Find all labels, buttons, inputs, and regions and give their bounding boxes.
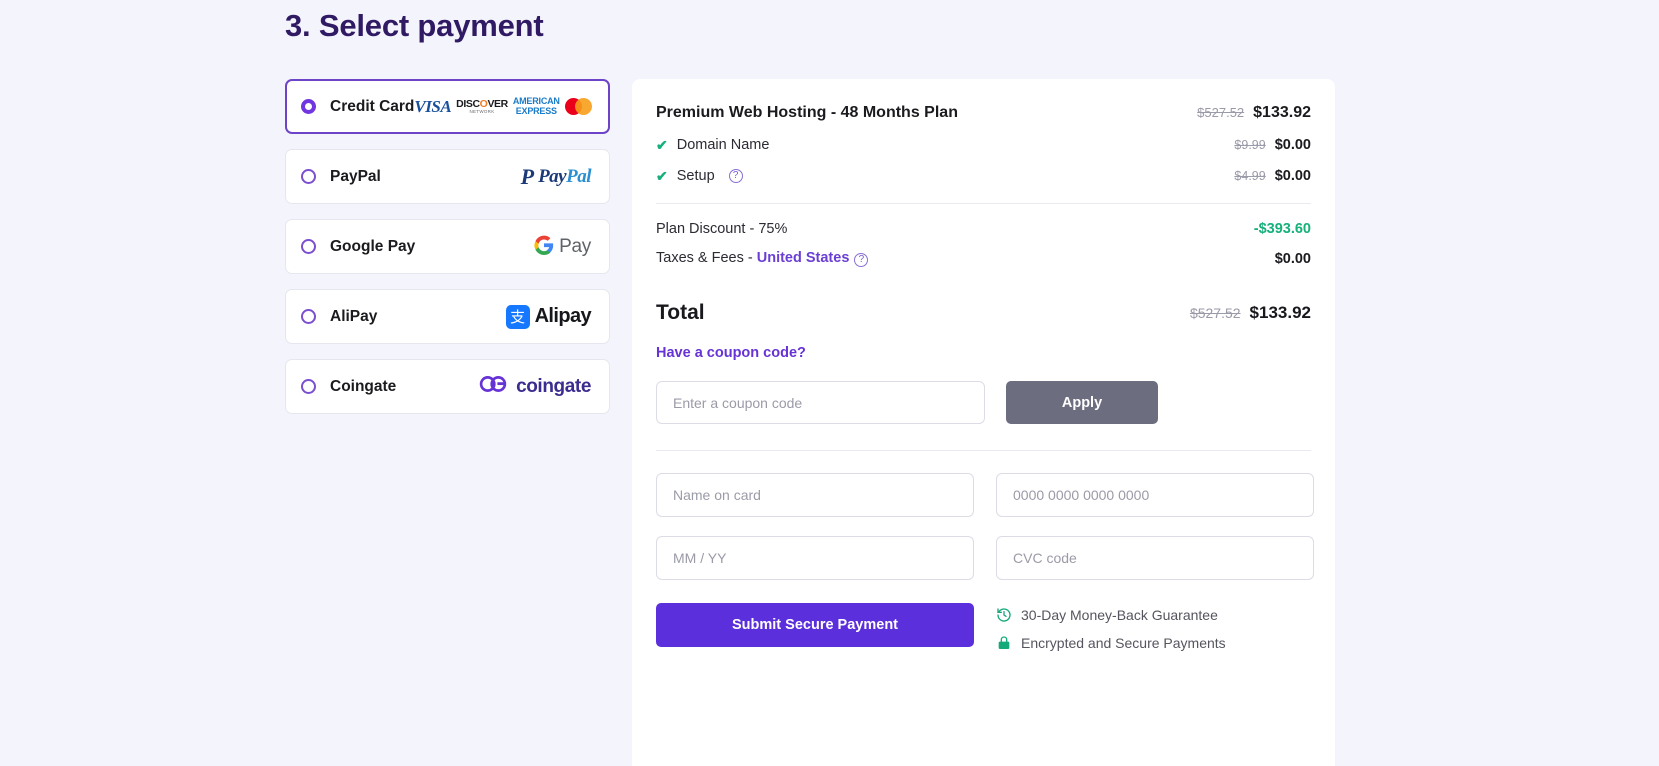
amex-icon: AMERICAN EXPRESS: [512, 96, 560, 116]
plan-name: Premium Web Hosting - 48 Months Plan: [656, 104, 958, 121]
card-cvc-input[interactable]: [996, 536, 1314, 580]
total-label: Total: [656, 301, 705, 324]
payment-method-label: PayPal: [330, 167, 381, 185]
payment-method-google-pay[interactable]: Google Pay Pay: [285, 219, 610, 274]
card-expiry-input[interactable]: [656, 536, 974, 580]
coingate-wordmark: coingate: [516, 375, 591, 397]
submit-secure-payment-button[interactable]: Submit Secure Payment: [656, 603, 974, 647]
help-icon[interactable]: ?: [854, 253, 869, 267]
feature-row-domain-name: ✔ Domain Name $9.99 $0.00: [656, 137, 1311, 153]
discount-value: -$393.60: [1253, 221, 1311, 237]
payment-method-label: AliPay: [330, 307, 378, 325]
card-details-form: [656, 473, 1314, 580]
payment-method-alipay[interactable]: AliPay 支 Alipay: [285, 289, 610, 344]
feature-new-price: $0.00: [1274, 168, 1311, 184]
radio-alipay[interactable]: [301, 309, 316, 324]
discount-label: Plan Discount - 75%: [656, 221, 788, 237]
payment-method-paypal[interactable]: PayPal P PayPal: [285, 149, 610, 204]
payment-method-list: Credit Card VISA DISCOVER NETWORK AMERIC…: [285, 79, 610, 429]
plan-old-price: $527.52: [1197, 105, 1245, 120]
check-icon: ✔: [656, 168, 668, 184]
feature-old-price: $4.99: [1234, 169, 1266, 183]
radio-coingate[interactable]: [301, 379, 316, 394]
plan-row: Premium Web Hosting - 48 Months Plan $52…: [656, 104, 1311, 122]
feature-old-price: $9.99: [1234, 138, 1266, 152]
paypal-p-icon: P: [520, 163, 535, 189]
plan-new-price: $133.92: [1253, 104, 1311, 121]
trust-badge-text: 30-Day Money-Back Guarantee: [1021, 607, 1218, 623]
coingate-logo: coingate: [478, 374, 591, 399]
help-icon[interactable]: ?: [728, 169, 743, 183]
coupon-link[interactable]: Have a coupon code?: [656, 345, 1311, 361]
card-name-input[interactable]: [656, 473, 974, 517]
alipay-wordmark: Alipay: [534, 305, 592, 327]
payment-method-label: Coingate: [330, 377, 397, 395]
feature-row-setup: ✔ Setup ? $4.99 $0.00: [656, 168, 1311, 184]
paypal-wordmark: PayPal: [538, 165, 591, 187]
tax-country[interactable]: United States: [757, 250, 850, 266]
coingate-icon: [478, 374, 508, 399]
discount-row: Plan Discount - 75% -$393.60: [656, 221, 1311, 237]
trust-badge-text: Encrypted and Secure Payments: [1021, 635, 1226, 651]
total-row: Total $527.52 $133.92: [656, 301, 1311, 325]
visa-icon: VISA: [414, 96, 452, 116]
radio-google-pay[interactable]: [301, 239, 316, 254]
divider: [656, 450, 1311, 451]
card-brand-logos: VISA DISCOVER NETWORK AMERICAN EXPRESS: [414, 96, 592, 117]
page-title: 3. Select payment: [285, 8, 544, 43]
trust-badge-money-back: 30-Day Money-Back Guarantee: [996, 607, 1226, 623]
feature-label: Setup: [676, 168, 715, 184]
tax-row: Taxes & Fees - United States? $0.00: [656, 250, 1311, 267]
radio-credit-card[interactable]: [301, 99, 316, 114]
feature-new-price: $0.00: [1274, 137, 1311, 153]
tax-value: $0.00: [1274, 250, 1311, 267]
paypal-logo: P PayPal: [520, 163, 592, 189]
radio-paypal[interactable]: [301, 169, 316, 184]
google-pay-wordmark: Pay: [559, 235, 591, 257]
plan-price: $527.52 $133.92: [1197, 104, 1311, 122]
payment-actions: Submit Secure Payment 30-Day Money-Back …: [656, 603, 1311, 651]
lock-icon: [996, 635, 1012, 651]
total-price: $527.52 $133.92: [1190, 303, 1311, 323]
check-icon: ✔: [656, 137, 668, 153]
total-old-price: $527.52: [1189, 305, 1241, 321]
payment-method-credit-card[interactable]: Credit Card VISA DISCOVER NETWORK AMERIC…: [285, 79, 610, 134]
google-g-icon: [534, 235, 554, 259]
total-new-price: $133.92: [1249, 303, 1311, 322]
alipay-icon: 支: [505, 304, 530, 329]
google-pay-logo: Pay: [534, 235, 591, 259]
payment-method-label: Credit Card: [330, 97, 415, 115]
money-back-clock-icon: [996, 607, 1012, 623]
alipay-logo: 支 Alipay: [505, 304, 592, 329]
apply-coupon-button[interactable]: Apply: [1006, 381, 1158, 424]
coupon-area: Apply: [656, 381, 1311, 424]
divider: [656, 203, 1311, 204]
tax-label: Taxes & Fees - United States?: [656, 250, 869, 267]
checkout-page: 3. Select payment Credit Card VISA DISCO…: [0, 0, 1659, 766]
trust-badges: 30-Day Money-Back Guarantee Encrypted an…: [996, 603, 1226, 651]
payment-method-label: Google Pay: [330, 237, 416, 255]
coupon-input[interactable]: [656, 381, 985, 424]
order-summary-panel: Premium Web Hosting - 48 Months Plan $52…: [632, 79, 1335, 766]
discover-icon: DISCOVER NETWORK: [456, 97, 508, 114]
card-number-input[interactable]: [996, 473, 1314, 517]
mastercard-icon: [564, 98, 592, 115]
payment-method-coingate[interactable]: Coingate coingate: [285, 359, 610, 414]
feature-label: Domain Name: [676, 137, 770, 153]
trust-badge-encrypted: Encrypted and Secure Payments: [996, 635, 1226, 651]
